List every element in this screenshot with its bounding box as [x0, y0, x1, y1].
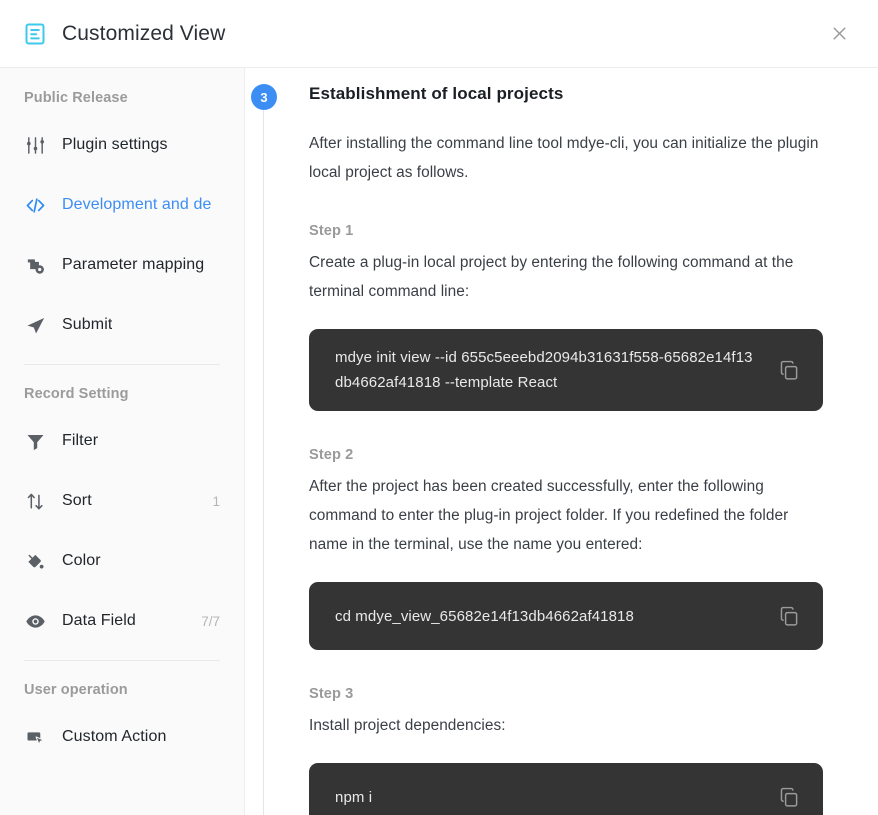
sidebar-item-plugin-settings[interactable]: Plugin settings — [0, 115, 244, 175]
step-3-text: Install project dependencies: — [309, 717, 506, 734]
sidebar-item-custom-action[interactable]: Custom Action — [0, 707, 244, 767]
step-3-code-text: npm i — [335, 788, 373, 806]
sidebar-group-title-record-setting: Record Setting — [24, 386, 129, 402]
sidebar-item-submit[interactable]: Submit — [0, 295, 244, 355]
step-2-label: Step 2 — [309, 447, 354, 463]
step-3-code-block: npm i — [309, 763, 823, 815]
copy-icon — [778, 786, 800, 808]
dialog-header: Customized View — [0, 0, 878, 68]
sliders-icon — [24, 134, 46, 156]
step-3-label: Step 3 — [309, 686, 354, 702]
layers-gear-icon — [24, 254, 46, 276]
content-inner: 3 Establishment of local projects After … — [245, 68, 878, 815]
timeline-rail — [263, 102, 264, 815]
section-intro-text: After installing the command line tool m… — [309, 135, 819, 181]
close-icon — [829, 23, 850, 44]
sidebar-item-label: Submit — [62, 316, 113, 333]
page-title: Customized View — [62, 22, 226, 45]
step-1-label: Step 1 — [309, 223, 354, 239]
sidebar-group-title-user-operation: User operation — [24, 682, 128, 698]
sidebar-item-filter[interactable]: Filter — [0, 411, 244, 471]
sidebar-item-label: Color — [62, 552, 101, 569]
step-1-text: Create a plug-in local project by enteri… — [309, 254, 794, 300]
copy-icon — [778, 605, 800, 627]
step-2-copy-button[interactable] — [777, 604, 801, 628]
step-1-code-block: mdye init view --id 655c5eeebd2094b31631… — [309, 329, 823, 411]
step-number-badge: 3 — [251, 84, 277, 110]
section-title: Establishment of local projects — [309, 84, 564, 103]
step-2-text: After the project has been created succe… — [309, 478, 789, 553]
sidebar-item-label: Sort — [62, 492, 92, 509]
sidebar-item-label: Parameter mapping — [62, 256, 205, 273]
funnel-icon — [24, 430, 46, 452]
eye-icon — [24, 610, 46, 632]
cursor-window-icon — [24, 726, 46, 748]
sidebar-item-label: Custom Action — [62, 728, 167, 745]
sidebar-item-parameter-mapping[interactable]: Parameter mapping — [0, 235, 244, 295]
step-1-copy-button[interactable] — [777, 358, 801, 382]
sidebar-item-sort[interactable]: Sort 1 — [0, 471, 244, 531]
sort-arrows-icon — [24, 490, 46, 512]
sidebar-divider-2 — [24, 660, 220, 661]
content-panel: 3 Establishment of local projects After … — [245, 68, 878, 815]
sidebar: Public Release Plugin settings Developme… — [0, 68, 245, 815]
sidebar-divider-1 — [24, 364, 220, 365]
step-2-code-text: cd mdye_view_65682e14f13db4662af41818 — [335, 607, 634, 625]
sidebar-item-label: Data Field — [62, 612, 136, 629]
sidebar-item-data-field[interactable]: Data Field 7/7 — [0, 591, 244, 651]
code-brackets-icon — [24, 194, 46, 216]
sidebar-item-development-and-debugging[interactable]: Development and de — [0, 175, 244, 235]
sidebar-item-label: Plugin settings — [62, 136, 168, 153]
sidebar-item-label: Filter — [62, 432, 99, 449]
paper-plane-icon — [24, 314, 46, 336]
sidebar-item-color[interactable]: Color — [0, 531, 244, 591]
close-button[interactable] — [822, 17, 856, 51]
sidebar-item-count: 1 — [212, 493, 220, 509]
document-lines-icon — [24, 23, 46, 45]
sidebar-item-count: 7/7 — [201, 613, 220, 629]
sidebar-group-title-public-release: Public Release — [24, 90, 128, 106]
copy-icon — [778, 359, 800, 381]
paint-bucket-icon — [24, 550, 46, 572]
step-1-code-text: mdye init view --id 655c5eeebd2094b31631… — [335, 349, 753, 391]
header-left: Customized View — [24, 23, 225, 45]
dialog-body: Public Release Plugin settings Developme… — [0, 68, 878, 815]
step-3-copy-button[interactable] — [777, 785, 801, 809]
customized-view-dialog: Customized View Public Release Plugin se… — [0, 0, 878, 815]
sidebar-item-label: Development and de — [62, 196, 212, 213]
step-2-code-block: cd mdye_view_65682e14f13db4662af41818 — [309, 582, 823, 650]
